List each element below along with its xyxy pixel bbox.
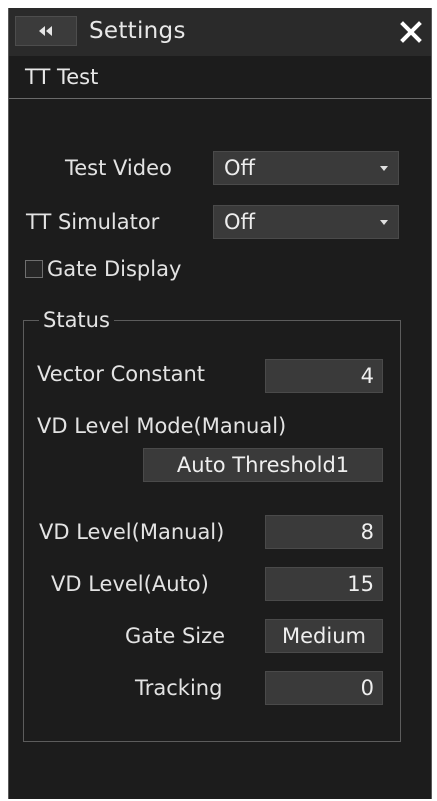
window-title: Settings [89, 18, 186, 44]
tracking-value: 0 [265, 671, 383, 705]
tt-simulator-label: TT Simulator [26, 210, 160, 234]
vd-level-manual-value: 8 [265, 515, 383, 549]
status-group-title: Status [39, 306, 114, 334]
tracking-label: Tracking [135, 676, 223, 700]
vd-level-mode-value: Auto Threshold1 [143, 448, 383, 482]
gate-size-value: Medium [265, 619, 383, 653]
test-video-value: Off [224, 156, 255, 180]
gate-display-label[interactable]: Gate Display [47, 254, 181, 284]
test-video-label: Test Video [65, 156, 172, 180]
test-video-dropdown[interactable]: Off [213, 151, 399, 185]
title-bar: Settings [9, 8, 431, 56]
vector-constant-label: Vector Constant [37, 362, 205, 386]
vd-level-auto-label: VD Level(Auto) [51, 572, 209, 596]
double-chevron-left-icon [39, 26, 52, 36]
divider [9, 98, 431, 99]
tt-simulator-dropdown[interactable]: Off [213, 205, 399, 239]
close-icon [400, 21, 422, 43]
vd-level-manual-label: VD Level(Manual) [39, 520, 225, 544]
page-title: TT Test [25, 65, 99, 89]
gate-display-checkbox[interactable] [25, 260, 43, 278]
vd-level-auto-value: 15 [265, 567, 383, 601]
vd-level-mode-label: VD Level Mode(Manual) [37, 414, 287, 438]
chevron-down-icon [380, 220, 388, 225]
chevron-down-icon [380, 166, 388, 171]
close-button[interactable] [397, 18, 425, 46]
vector-constant-value: 4 [265, 359, 383, 393]
settings-panel: Settings TT Test Test Video Off TT Simul… [8, 8, 432, 799]
back-button[interactable] [15, 16, 77, 46]
gate-size-label: Gate Size [125, 624, 226, 648]
tt-simulator-value: Off [224, 210, 255, 234]
